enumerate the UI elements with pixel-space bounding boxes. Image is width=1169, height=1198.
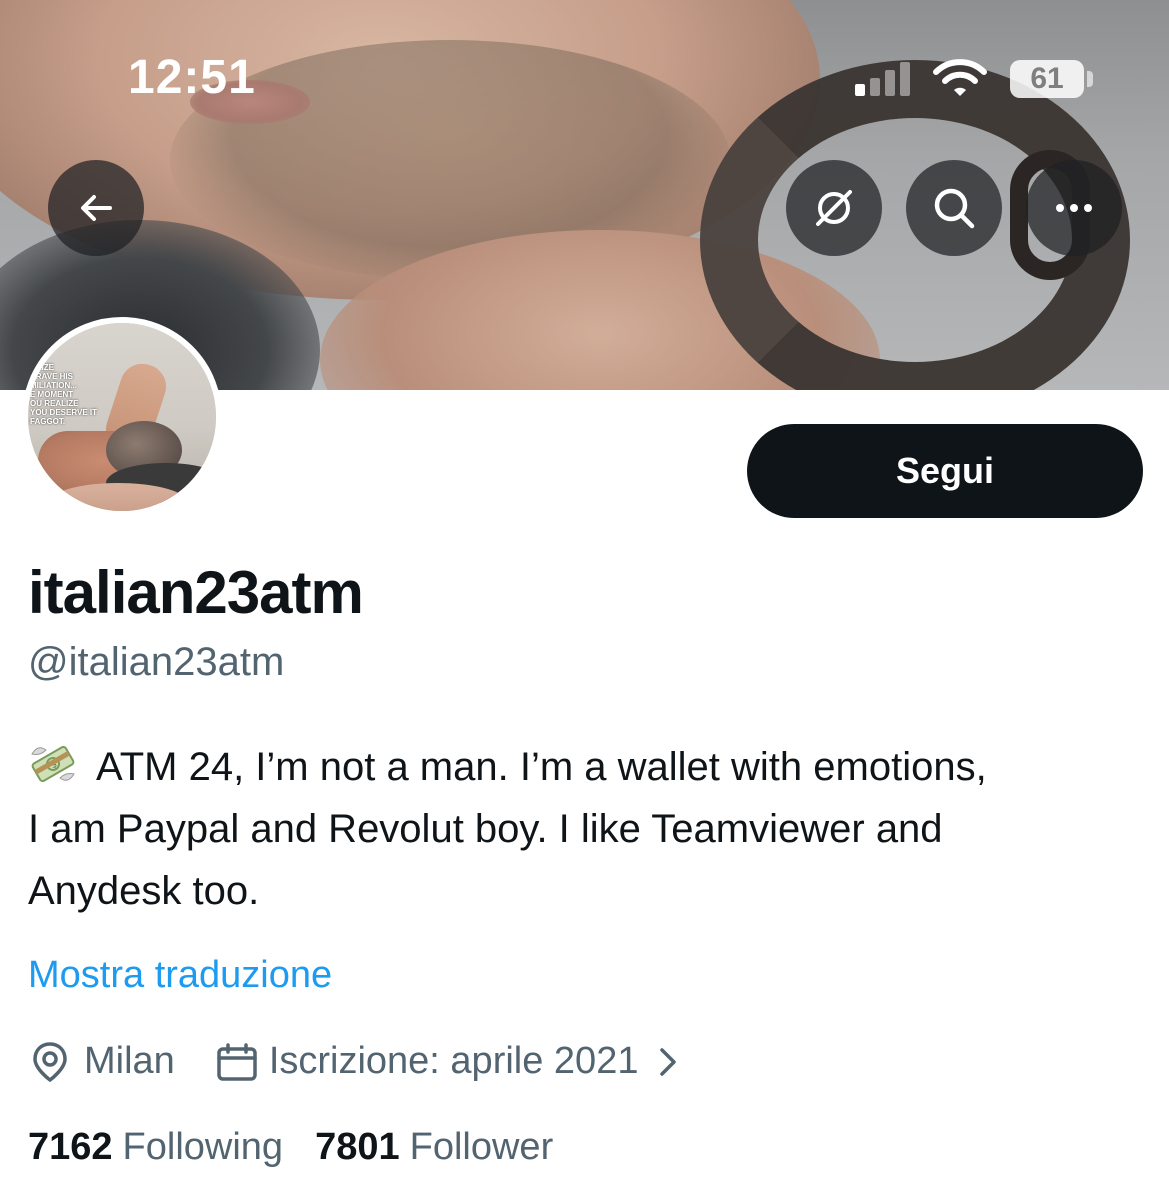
joined-text: Iscrizione: aprile 2021 <box>268 1040 639 1082</box>
more-button[interactable] <box>1026 160 1122 256</box>
joined-item[interactable]: Iscrizione: aprile 2021 <box>215 1040 683 1083</box>
following-label: Following <box>122 1126 284 1168</box>
follow-button[interactable]: Segui <box>747 424 1143 518</box>
show-translation-link[interactable]: Mostra traduzione <box>28 954 332 997</box>
location-pin-icon <box>33 1041 67 1082</box>
cellular-signal-icon <box>855 60 915 96</box>
following-link[interactable]: 7162 Following <box>28 1126 283 1169</box>
status-time: 12:51 <box>128 51 256 104</box>
profile-meta: Milan Iscrizione: aprile 2021 <box>30 1040 682 1083</box>
followers-label: Follower <box>409 1126 554 1168</box>
location-item: Milan <box>30 1040 175 1083</box>
battery-icon: 61 <box>1010 60 1084 98</box>
more-horizontal-icon <box>1056 204 1092 212</box>
bio-line-2: I am Paypal and Revolut boy. I like Team… <box>28 807 943 851</box>
wifi-icon <box>933 59 987 96</box>
chevron-right-icon <box>660 1047 677 1076</box>
profile-bio: $ ATM 24, I’m not a man. I’m a wallet wi… <box>28 736 1138 922</box>
battery-nub <box>1087 71 1093 87</box>
arrow-left-icon <box>81 195 112 221</box>
calendar-icon <box>217 1042 257 1081</box>
display-name: italian23atm <box>28 559 364 626</box>
profile-avatar[interactable]: ...LIZE CRAVE HIS MILIATION... E MOMENT … <box>22 317 222 517</box>
followers-link[interactable]: 7801 Follower <box>315 1126 553 1169</box>
grok-slash-icon <box>816 190 852 226</box>
avatar-foot <box>48 483 188 511</box>
following-count: 7162 <box>28 1126 113 1168</box>
grok-button[interactable] <box>786 160 882 256</box>
search-button[interactable] <box>906 160 1002 256</box>
battery-level: 61 <box>1030 62 1064 95</box>
follow-stats: 7162 Following 7801 Follower <box>28 1126 585 1169</box>
user-handle: @italian23atm <box>28 640 285 684</box>
search-icon <box>934 188 975 229</box>
money-with-wings-icon: $ <box>31 745 75 783</box>
back-button[interactable] <box>48 160 144 256</box>
bio-line-1: $ ATM 24, I’m not a man. I’m a wallet wi… <box>28 736 1138 798</box>
bio-line-3: Anydesk too. <box>28 869 260 913</box>
followers-count: 7801 <box>315 1126 400 1168</box>
location-text: Milan <box>84 1040 175 1082</box>
